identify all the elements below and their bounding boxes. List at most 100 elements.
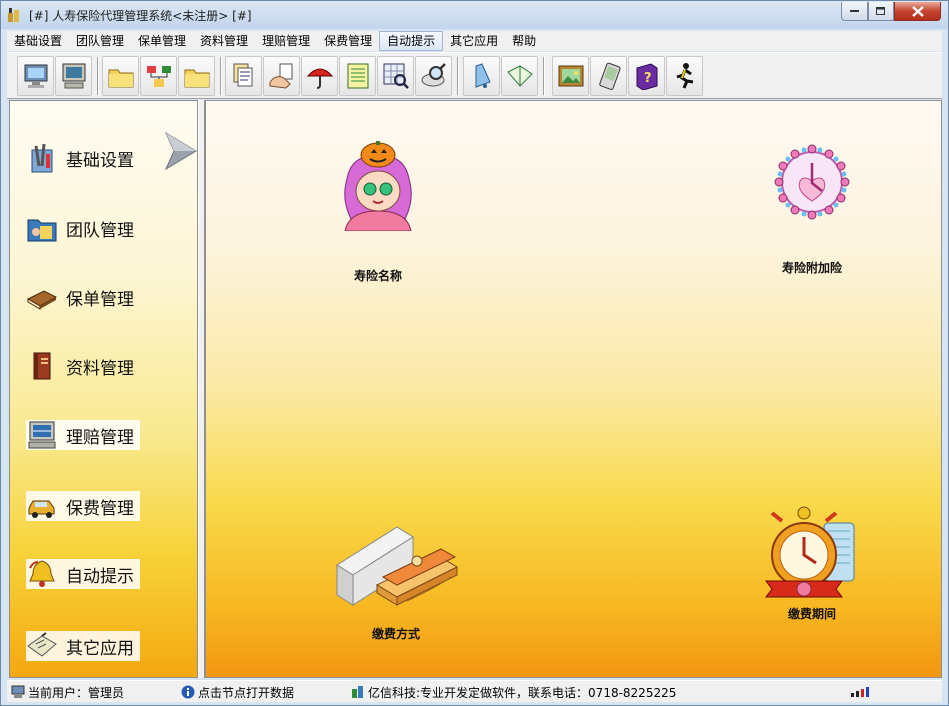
node-label: 缴费方式 bbox=[371, 627, 420, 641]
menu-auto-reminder[interactable]: 自动提示 bbox=[379, 31, 444, 51]
toolbar-search-button[interactable] bbox=[415, 56, 452, 96]
toolbar-separator bbox=[220, 57, 222, 95]
hand-document-icon bbox=[269, 63, 293, 89]
binder-icon bbox=[33, 352, 51, 380]
nav-item-label: 资料管理 bbox=[66, 358, 134, 379]
maximize-button[interactable] bbox=[868, 2, 894, 21]
toolbar-bell-button[interactable] bbox=[463, 56, 500, 96]
status-hint-text: 点击节点打开数据 bbox=[198, 685, 295, 700]
nav-item-label: 保单管理 bbox=[66, 289, 134, 310]
toolbar-book-button[interactable] bbox=[501, 56, 538, 96]
content-area: 寿险名称 寿险附加险 缴费方式 缴费期间 bbox=[205, 100, 942, 678]
tools-icon bbox=[31, 143, 53, 173]
selected-arrow-icon bbox=[164, 131, 197, 171]
company-icon bbox=[352, 686, 363, 698]
ledger-icon bbox=[347, 63, 369, 89]
nav-item-label: 理赔管理 bbox=[66, 427, 134, 448]
status-bar: 当前用户：管理员 点击节点打开数据 亿信科技:专业开发定做软件，联系电话：071… bbox=[7, 680, 942, 702]
toolbar-folder-button[interactable] bbox=[102, 56, 139, 96]
toolbar-computer-button[interactable] bbox=[55, 56, 92, 96]
picture-icon bbox=[558, 65, 584, 87]
nav-item-label: 保费管理 bbox=[66, 498, 134, 519]
nav-item-basic-settings[interactable]: 基础设置 bbox=[26, 143, 134, 173]
car-icon bbox=[28, 500, 55, 518]
panel-splitter[interactable] bbox=[198, 100, 205, 678]
menu-claim-management[interactable]: 理赔管理 bbox=[255, 31, 317, 51]
menu-team-management[interactable]: 团队管理 bbox=[69, 31, 131, 51]
help-book-icon: ? bbox=[636, 63, 658, 90]
computer-icon bbox=[62, 63, 86, 89]
nav-item-label: 其它应用 bbox=[66, 638, 134, 659]
menu-premium-management[interactable]: 保费管理 bbox=[317, 31, 379, 51]
nav-item-policy-management[interactable]: 保单管理 bbox=[26, 282, 134, 312]
svg-text:?: ? bbox=[644, 71, 652, 86]
open-book-icon bbox=[507, 65, 533, 87]
toolbar-network-button[interactable] bbox=[140, 56, 177, 96]
node-life-insurance-name[interactable]: 寿险名称 bbox=[334, 139, 422, 284]
nav-item-claim-management[interactable]: 理赔管理 bbox=[26, 420, 140, 450]
team-folder-icon bbox=[27, 219, 57, 242]
toolbar-query-button[interactable] bbox=[377, 56, 414, 96]
toolbar-handover-button[interactable] bbox=[263, 56, 300, 96]
toolbar-ledger-button[interactable] bbox=[339, 56, 376, 96]
toolbar-separator bbox=[543, 57, 545, 95]
nav-item-label: 团队管理 bbox=[66, 220, 134, 241]
menu-other-apps[interactable]: 其它应用 bbox=[443, 31, 505, 51]
maximize-icon bbox=[876, 6, 885, 15]
close-icon bbox=[911, 5, 924, 17]
magnifier-icon bbox=[421, 63, 446, 87]
toolbar-documents-button[interactable] bbox=[225, 56, 262, 96]
minimize-button[interactable] bbox=[841, 2, 868, 21]
signal-icon bbox=[851, 687, 869, 697]
nav-item-team-management[interactable]: 团队管理 bbox=[26, 213, 134, 243]
policy-book-icon bbox=[26, 290, 58, 310]
nav-item-auto-reminder[interactable]: 自动提示 bbox=[26, 559, 140, 589]
pumpkin-girl-icon bbox=[344, 141, 412, 231]
toolbar-pda-button[interactable] bbox=[590, 56, 627, 96]
nav-item-other-apps[interactable]: 其它应用 bbox=[26, 631, 140, 661]
close-button[interactable] bbox=[894, 2, 941, 21]
nav-item-label: 基础设置 bbox=[66, 150, 134, 171]
toolbar-exit-button[interactable] bbox=[666, 56, 703, 96]
toolbar-folder2-button[interactable] bbox=[178, 56, 215, 96]
app-icon bbox=[8, 8, 19, 22]
note-icon bbox=[27, 632, 57, 657]
menu-help[interactable]: 帮助 bbox=[505, 31, 543, 51]
heart-clock-icon bbox=[774, 144, 850, 220]
exit-runner-icon bbox=[676, 63, 694, 89]
user-computer-icon bbox=[11, 685, 25, 698]
node-life-rider[interactable]: 寿险附加险 bbox=[769, 143, 855, 276]
menu-bar: 基础设置 团队管理 保单管理 资料管理 理赔管理 保费管理 自动提示 其它应用 … bbox=[7, 31, 942, 51]
toolbar-separator bbox=[457, 57, 459, 95]
toolbar-help-button[interactable]: ? bbox=[628, 56, 665, 96]
toolbar-separator bbox=[97, 57, 99, 95]
menu-data-management[interactable]: 资料管理 bbox=[193, 31, 255, 51]
node-label: 寿险附加险 bbox=[781, 261, 842, 275]
toolbar-umbrella-button[interactable] bbox=[301, 56, 338, 96]
menu-policy-management[interactable]: 保单管理 bbox=[131, 31, 193, 51]
claim-computer-icon bbox=[28, 421, 56, 449]
toolbar-picture-button[interactable] bbox=[552, 56, 589, 96]
folder-icon bbox=[108, 69, 134, 88]
money-wallet-icon bbox=[336, 526, 459, 606]
menu-basic-settings[interactable]: 基础设置 bbox=[7, 31, 69, 51]
nav-item-label: 自动提示 bbox=[66, 566, 134, 587]
info-icon bbox=[181, 685, 195, 699]
app-window: [#] 人寿保险代理管理系统<未注册> [#] 基础设置 团队管理 保单管理 资… bbox=[0, 0, 949, 706]
window-title: [#] 人寿保险代理管理系统<未注册> [#] bbox=[29, 9, 252, 23]
bell-icon bbox=[29, 560, 55, 587]
node-label: 寿险名称 bbox=[353, 269, 402, 283]
node-payment-period[interactable]: 缴费期间 bbox=[762, 505, 862, 622]
status-company: 亿信科技:专业开发定做软件，联系电话：0718-8225225 bbox=[351, 683, 676, 701]
bell-icon bbox=[475, 63, 491, 88]
nav-item-premium-management[interactable]: 保费管理 bbox=[26, 491, 140, 521]
nav-item-data-management[interactable]: 资料管理 bbox=[26, 351, 134, 381]
status-company-text: 亿信科技:专业开发定做软件，联系电话：0718-8225225 bbox=[368, 685, 677, 700]
search-grid-icon bbox=[383, 63, 409, 89]
node-payment-method[interactable]: 缴费方式 bbox=[328, 525, 464, 642]
toolbar-monitor-button[interactable] bbox=[17, 56, 54, 96]
minimize-icon bbox=[849, 10, 859, 12]
status-user-text: 当前用户：管理员 bbox=[28, 685, 125, 700]
monitor-icon bbox=[24, 64, 48, 88]
navigation-panel: 基础设置 团队管理 保单管理 资料管理 理赔管理 保费管理 自动提示 其它应用 bbox=[9, 100, 198, 678]
